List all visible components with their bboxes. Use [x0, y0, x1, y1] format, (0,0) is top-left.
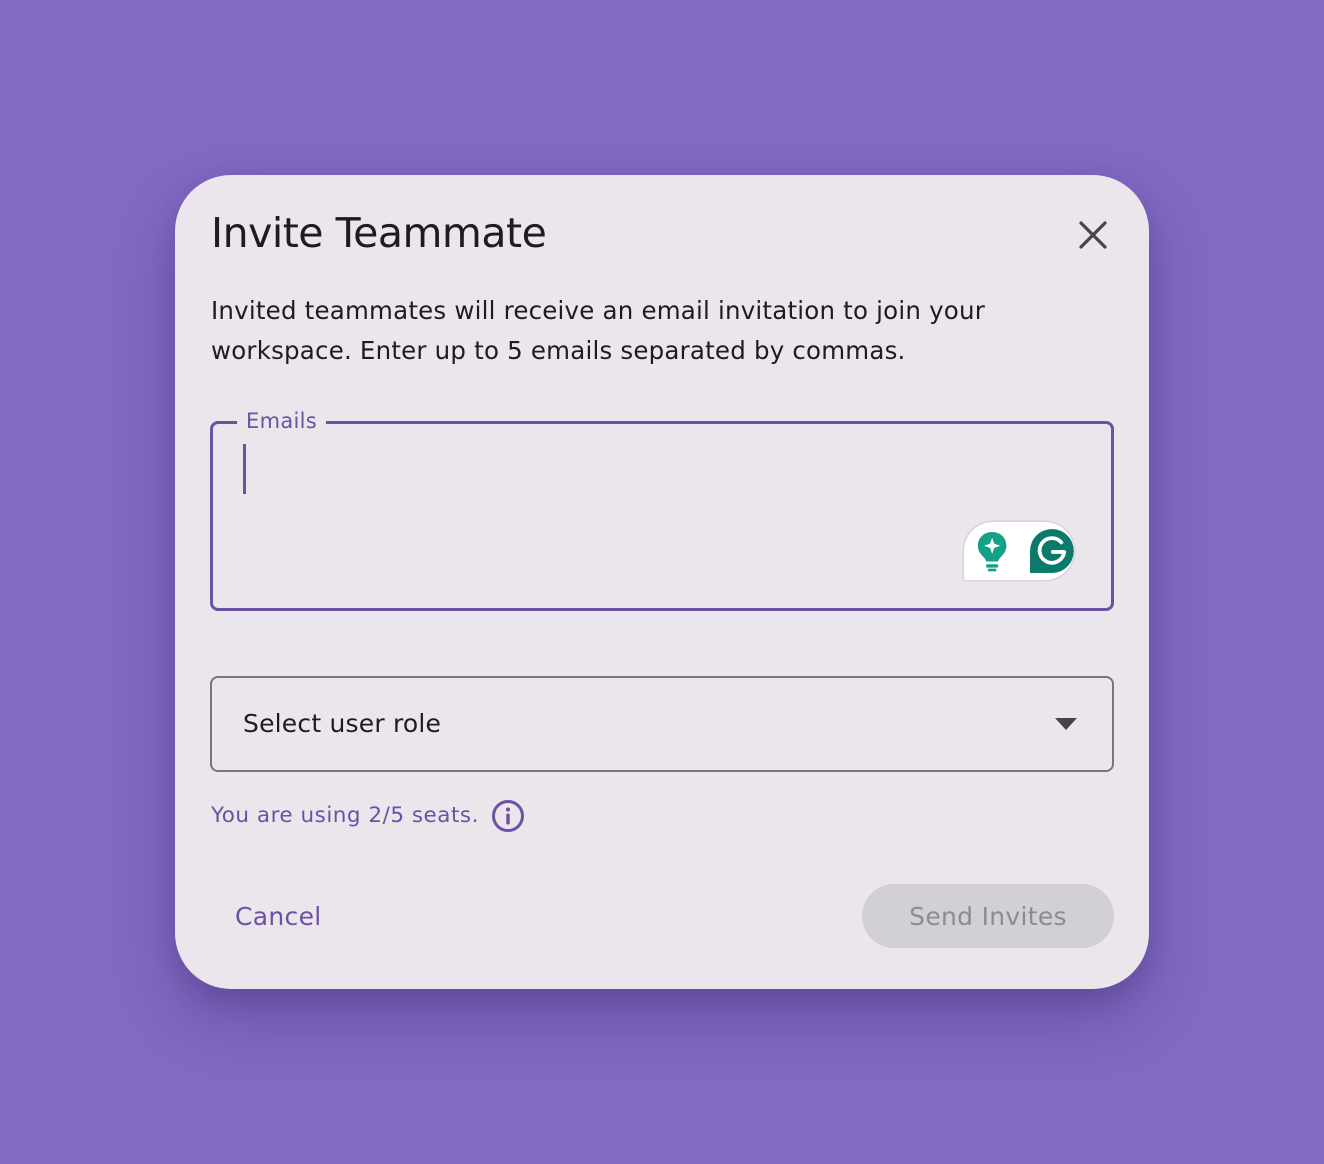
grammarly-widget[interactable]: [964, 522, 1074, 580]
lightbulb-sparkle-icon[interactable]: [976, 529, 1008, 573]
dialog-description: Invited teammates will receive an email …: [211, 296, 985, 365]
text-caret: [243, 444, 246, 494]
dropdown-arrow-icon: [1055, 718, 1077, 730]
send-invites-button[interactable]: Send Invites: [862, 884, 1114, 948]
close-icon: [1079, 221, 1107, 249]
close-button[interactable]: [1071, 213, 1115, 257]
info-icon[interactable]: [491, 799, 525, 833]
cancel-button[interactable]: Cancel: [211, 884, 346, 948]
emails-input[interactable]: [243, 444, 943, 504]
emails-field[interactable]: Emails: [210, 407, 1114, 611]
dialog-title: Invite Teammate: [211, 209, 547, 257]
user-role-select[interactable]: Select user role: [210, 676, 1114, 772]
user-role-placeholder: Select user role: [243, 709, 442, 738]
emails-label: Emails: [237, 407, 327, 435]
grammarly-g-icon[interactable]: [1030, 528, 1074, 574]
invite-teammate-dialog: Invite Teammate Invited teammates will r…: [175, 175, 1149, 989]
seats-text: You are using 2/5 seats.: [211, 803, 479, 828]
seats-usage: You are using 2/5 seats.: [211, 799, 525, 833]
